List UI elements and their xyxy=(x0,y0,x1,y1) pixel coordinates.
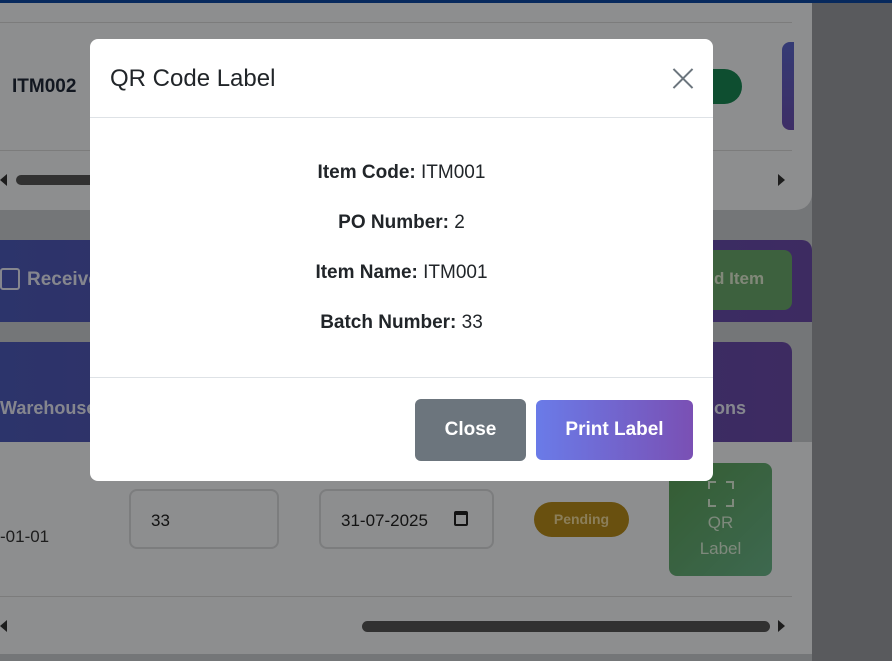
modal-footer: Close Print Label xyxy=(90,378,713,481)
close-icon[interactable] xyxy=(668,63,698,93)
modal-body: Item Code: ITM001 PO Number: 2 Item Name… xyxy=(90,118,713,378)
modal-header: QR Code Label xyxy=(90,39,713,118)
field-value: ITM001 xyxy=(423,262,488,283)
modal-title: QR Code Label xyxy=(110,65,276,92)
batch-number-field: Batch Number: 33 xyxy=(90,312,713,334)
field-label: Item Name: xyxy=(315,262,418,283)
field-label: Item Code: xyxy=(317,162,416,183)
field-value: 2 xyxy=(454,212,465,233)
item-code-field: Item Code: ITM001 xyxy=(90,162,713,184)
item-name-field: Item Name: ITM001 xyxy=(90,262,713,284)
print-label-button[interactable]: Print Label xyxy=(536,400,693,460)
close-button[interactable]: Close xyxy=(415,399,526,461)
qr-code-label-modal: QR Code Label Item Code: ITM001 PO Numbe… xyxy=(90,39,713,481)
po-number-field: PO Number: 2 xyxy=(90,212,713,234)
field-label: Batch Number: xyxy=(320,312,457,333)
field-value: 33 xyxy=(461,312,483,333)
field-value: ITM001 xyxy=(421,162,486,183)
field-label: PO Number: xyxy=(338,212,449,233)
